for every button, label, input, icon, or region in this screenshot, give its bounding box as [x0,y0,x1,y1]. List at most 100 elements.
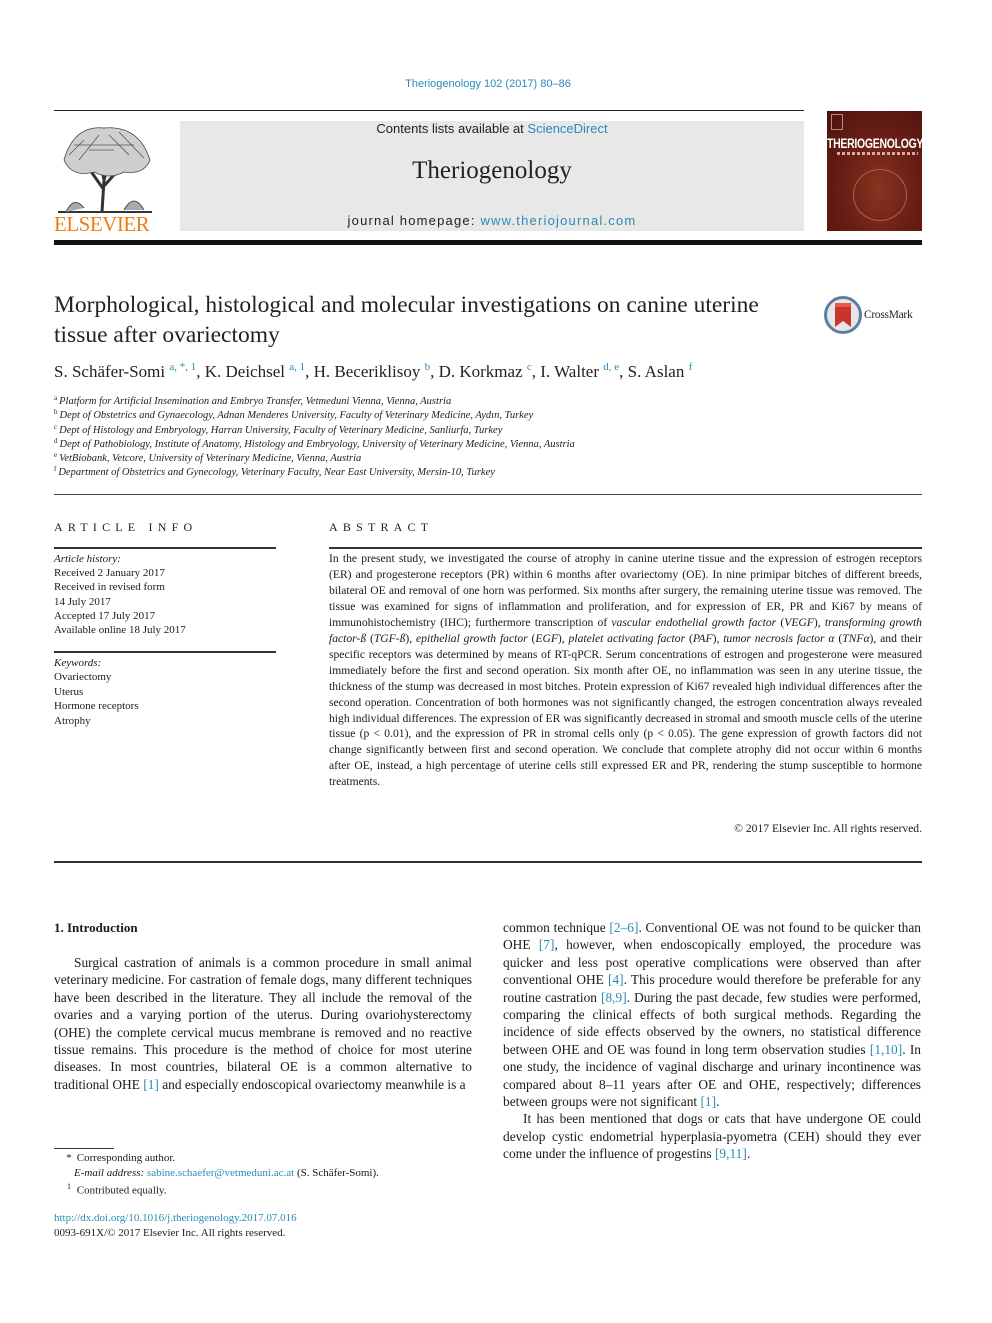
citation-link[interactable]: [4] [608,972,624,987]
abstract-text: In the present study, we investigated th… [329,551,922,790]
text-run: It has been mentioned that dogs or cats … [503,1111,921,1162]
author-affiliation-marker[interactable]: f [689,361,693,373]
keyword: Hormone receptors [54,700,139,713]
affiliation-key: c [54,422,58,431]
history-item: Received 2 January 2017 [54,567,165,580]
author-affiliation-marker[interactable]: d, e [603,361,619,373]
abstract-heading: ABSTRACT [329,520,434,534]
header-rule [54,110,804,111]
affiliation-item: d Dept of Pathobiology, Institute of Anat… [54,436,575,452]
section-heading-introduction: 1. Introduction [54,920,138,935]
text-run: ), and their specific receptors was dete… [329,631,922,789]
abstract-bottom-rule [54,861,922,863]
journal-reference-link[interactable]: Theriogenology 102 (2017) 80–86 [0,78,976,90]
affiliation-text: Dept of Pathobiology, Institute of Anato… [59,438,575,450]
author-separator: , [531,362,541,381]
author-name[interactable]: S. Schäfer-Somi [54,362,169,381]
journal-masthead: Contents lists available at ScienceDirec… [180,121,804,231]
citation-link[interactable]: [2–6] [609,920,638,935]
email-label: E-mail address: [74,1166,145,1179]
text-run: EGF [535,631,558,645]
journal-homepage-link[interactable]: www.theriojournal.com [480,213,636,228]
body-paragraph: Surgical castration of animals is a comm… [54,954,472,1093]
history-item: 14 July 2017 [54,595,111,608]
affiliation-text: Department of Obstetrics and Gynecology,… [58,467,495,479]
article-info-rule [54,547,276,549]
history-label: Article history: [54,553,121,565]
text-run: ( [366,631,374,645]
text-run: and especially endoscopical ovariectomy … [158,1076,466,1092]
history-item: Accepted 17 July 2017 [54,609,156,622]
affiliation-key: b [54,408,58,417]
author-separator: , [619,362,628,381]
affiliation-item: a Platform for Artificial Insemination an… [54,395,575,409]
doi-link[interactable]: http://dx.doi.org/10.1016/j.theriogenolo… [54,1212,297,1224]
text-run: VEGF [784,615,814,629]
author-name[interactable]: H. Beceriklisoy [314,362,425,381]
citation-link[interactable]: [1,10] [870,1042,902,1057]
history-item: Available online 18 July 2017 [54,624,186,637]
text-run: common technique [503,920,610,935]
sciencedirect-link[interactable]: ScienceDirect [527,121,607,136]
cover-logo-box [831,114,843,130]
crossmark-label: CrossMark [864,309,913,321]
article-history: Article history: Received 2 January 2017… [54,552,186,637]
cover-title: THERIOGENOLOGY [827,136,924,152]
affiliation-list: a Platform for Artificial Insemination an… [54,395,575,481]
text-run: Surgical castration of animals is a comm… [54,955,472,1092]
text-run: . [746,1146,751,1162]
elsevier-wordmark[interactable]: ELSEVIER [54,212,150,237]
keywords-rule [54,651,276,653]
issn-line: 0093-691X/© 2017 Elsevier Inc. All right… [54,1227,286,1239]
citation-link[interactable]: [8,9] [601,990,627,1005]
footnote-equal: 1 Contributed equally. [64,1180,379,1198]
header-thick-rule [54,240,922,245]
affiliation-key: f [54,465,57,474]
text-run: epithelial growth factor [416,631,528,645]
affiliation-item: b Dept of Obstetrics and Gynaecology, Adn… [54,409,575,423]
crossmark-button[interactable]: CrossMark [824,296,924,336]
abstract-rule [329,547,922,549]
text-run: ), [557,631,569,645]
cover-embryo-graphic [853,169,907,221]
article-title: Morphological, histological and molecula… [54,292,759,348]
doi-block: http://dx.doi.org/10.1016/j.theriogenolo… [54,1211,297,1241]
text-run: PAF [692,631,713,645]
email-link[interactable]: sabine.schaefer@vetmeduni.ac.at [147,1167,294,1179]
author-affiliation-marker[interactable]: a, *, 1 [169,361,196,373]
article-info-heading: ARTICLE INFO [54,520,198,534]
keywords-label: Keywords: [54,657,102,669]
affiliation-item: e VetBiobank, Vetcore, University of Vete… [54,452,575,466]
affiliation-key: d [54,436,58,445]
author-name[interactable]: I. Walter [540,362,603,381]
abstract-copyright: © 2017 Elsevier Inc. All rights reserved… [734,822,922,835]
footnotes: * Corresponding author. E-mail address: … [64,1151,379,1199]
history-item: Received in revised form [54,581,165,594]
author-affiliation-marker[interactable]: a, 1 [289,361,305,373]
text-run: tumor necrosis factor α [723,631,835,645]
body-paragraph: It has been mentioned that dogs or cats … [503,1110,921,1162]
citation-link[interactable]: [7] [539,937,555,952]
citation-link[interactable]: [1] [143,1077,159,1092]
footnote-email: E-mail address: sabine.schaefer@vetmedun… [64,1166,379,1181]
author-separator: , [196,362,205,381]
homepage-prefix: journal homepage: [347,213,481,228]
citation-link[interactable]: [1] [700,1094,716,1109]
body-column-left: Surgical castration of animals is a comm… [54,954,472,1093]
author-name[interactable]: S. Aslan [628,362,689,381]
journal-cover-image[interactable]: THERIOGENOLOGY [827,111,924,231]
journal-title: Theriogenology [412,157,572,184]
author-name[interactable]: K. Deichsel [205,362,290,381]
affiliation-text: Platform for Artificial Insemination and… [59,396,452,407]
citation-link[interactable]: [9,11] [715,1146,747,1161]
text-run: . [716,1094,720,1110]
author-separator: , [305,362,314,381]
text-run: platelet activating factor [568,631,686,645]
author-name[interactable]: D. Korkmaz [439,362,527,381]
footnote-text: Corresponding author. [76,1152,176,1164]
text-run: ), [405,631,417,645]
text-run: vascular endothelial growth factor [611,615,777,629]
text-run: ), [813,615,825,629]
affiliation-key: e [54,451,58,460]
affiliation-text: VetBiobank, Vetcore, University of Veter… [59,453,362,465]
